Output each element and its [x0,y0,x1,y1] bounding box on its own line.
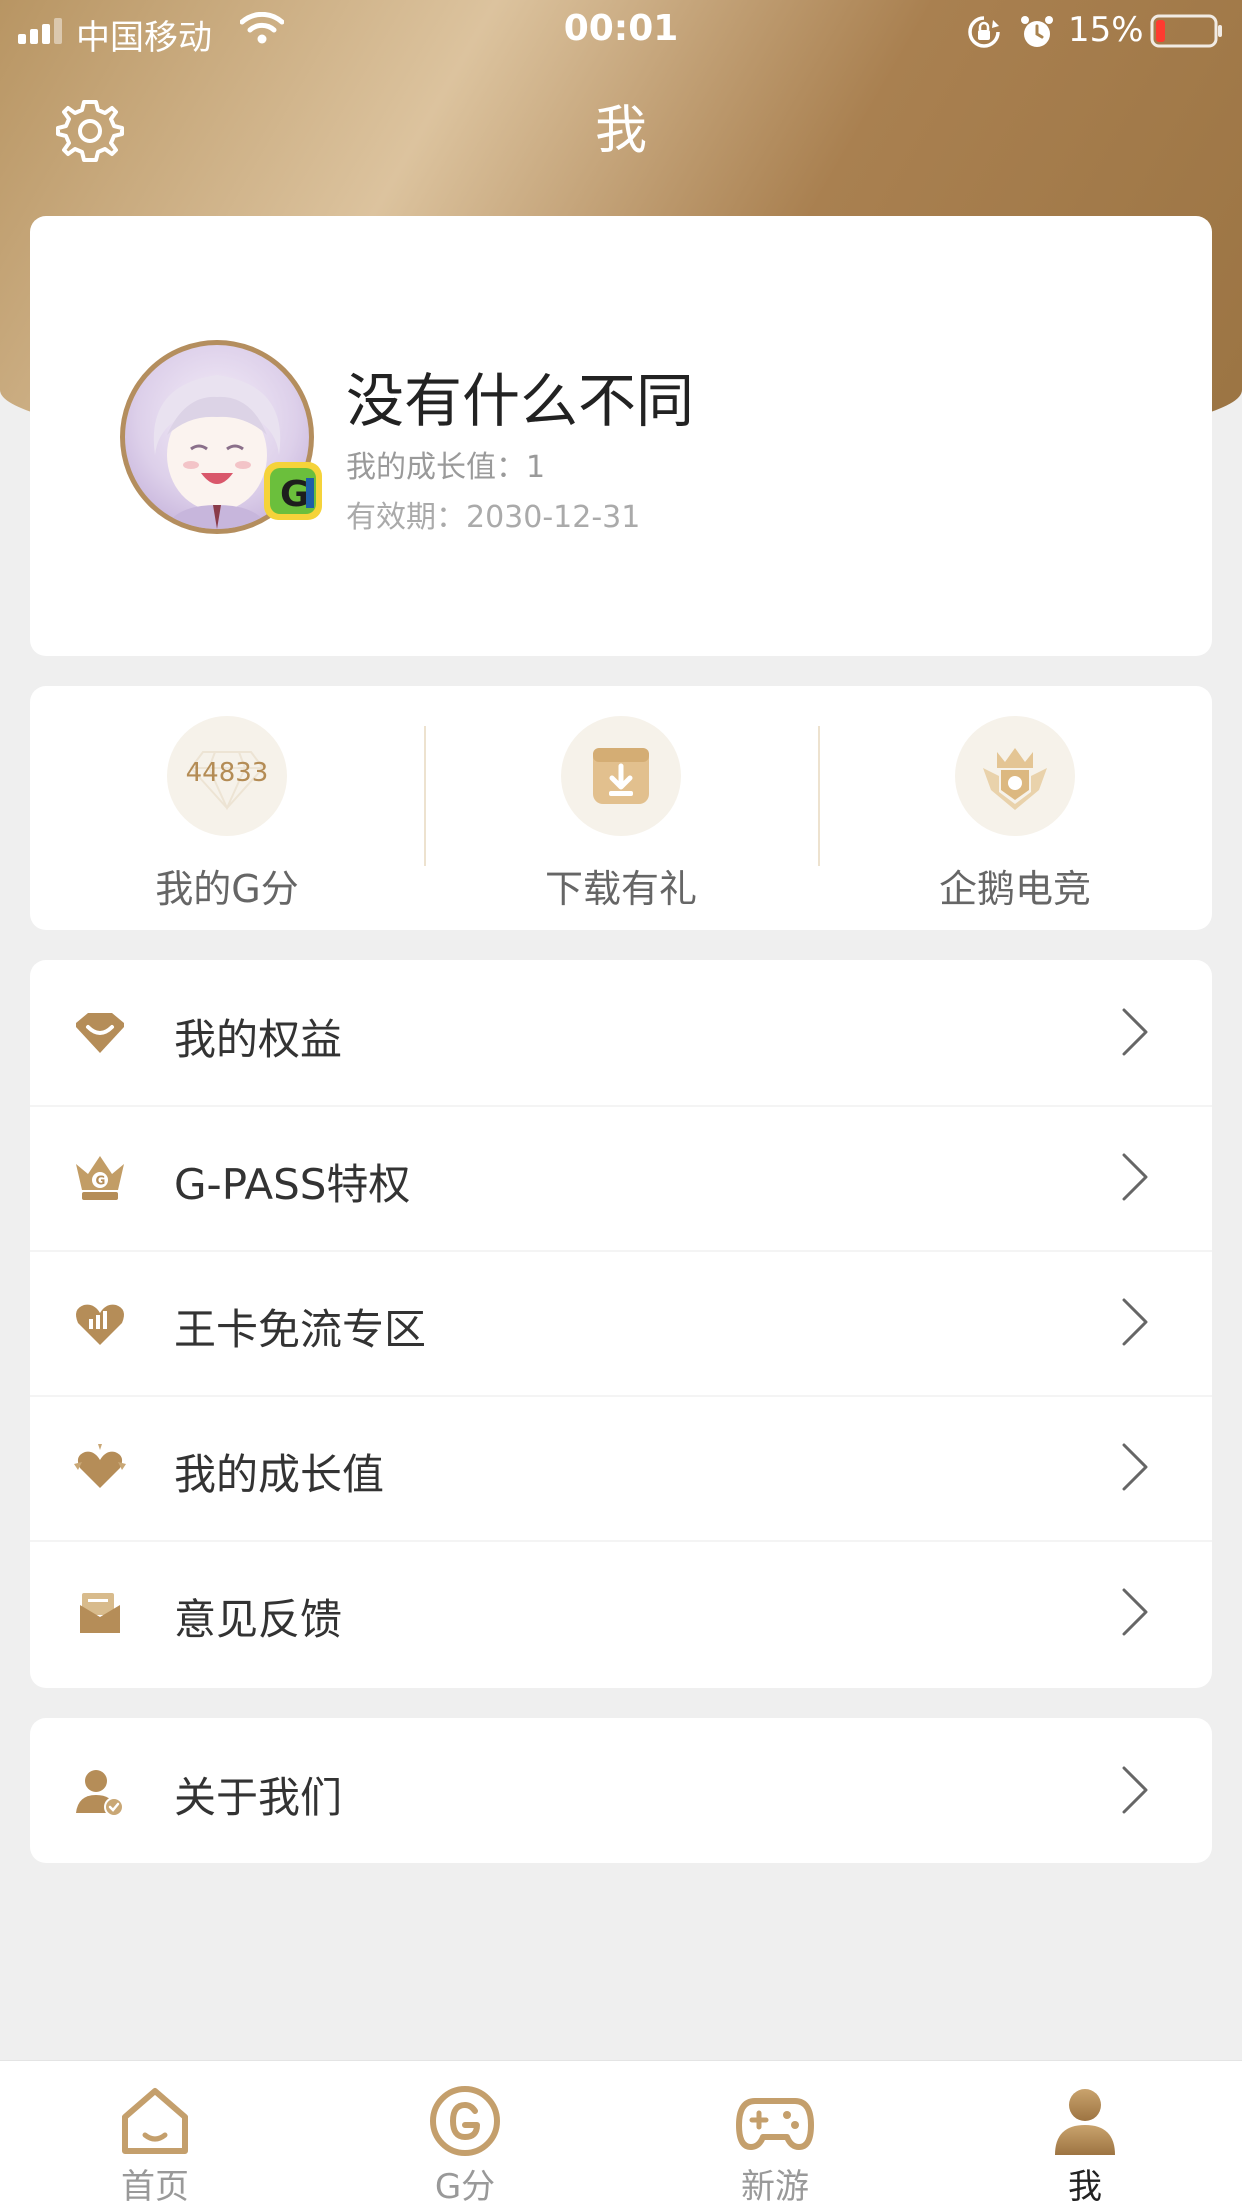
tab-label: 我 [1068,2167,1102,2207]
person-icon [1055,2089,1115,2155]
chevron-right-icon [1122,1298,1148,1346]
quick-action-g-points[interactable]: 44833 我的G分 [30,686,424,930]
g-points-value: 44833 [185,758,269,788]
home-icon [122,2088,188,2154]
menu-item-label: 关于我们 [174,1773,343,1822]
tab-home[interactable]: 首页 [0,2061,310,2209]
menu-item-label: G-PASS特权 [174,1160,411,1209]
menu-item-my-benefits[interactable]: 我的权益 [30,960,1212,1105]
gem-icon [76,1013,124,1053]
tab-new-games[interactable]: 新游 [620,2061,930,2209]
tab-g-points[interactable]: G分 [310,2061,620,2209]
clock: 00:01 [563,8,679,49]
tab-bar: 首页 G分 新游 我 [0,2060,1242,2209]
quick-action-label: 我的G分 [155,867,299,911]
g-badge-icon: G [264,462,322,520]
tab-me[interactable]: 我 [930,2061,1240,2209]
menu-item-my-growth[interactable]: 我的成长值 [30,1395,1212,1540]
quick-action-label: 下载有礼 [544,867,697,911]
diamond-icon: 44833 [167,716,287,836]
quick-actions-card: 44833 我的G分 下载有礼 企鹅电竞 [30,686,1212,930]
page-title: 我 [594,101,647,161]
quick-action-penguin-esports[interactable]: 企鹅电竞 [818,686,1212,930]
alarm-icon [1021,16,1053,47]
profile-card[interactable]: G 没有什么不同 我的成长值：1 有效期：2030-12-31 [30,216,1212,656]
quick-action-download-gift[interactable]: 下载有礼 [424,686,818,930]
menu-item-g-pass[interactable]: G G-PASS特权 [30,1105,1212,1250]
crown-icon: G [76,1156,124,1200]
download-icon [561,716,681,836]
menu-item-wangka-zone[interactable]: 王卡免流专区 [30,1250,1212,1395]
menu-item-feedback[interactable]: 意见反馈 [30,1540,1212,1685]
g-coin-icon [430,2086,500,2156]
svg-text:G: G [280,474,310,515]
chevron-right-icon [1122,1588,1148,1636]
quick-action-label: 企鹅电竞 [938,867,1091,911]
username: 没有什么不同 [346,367,695,435]
tab-label: 新游 [741,2167,809,2207]
rotation-lock-icon [968,16,1000,48]
menu-item-label: 我的成长值 [174,1450,385,1499]
growth-value: 我的成长值：1 [346,450,546,485]
gamepad-icon [736,2098,814,2150]
battery-percentage: 15% [1068,10,1144,50]
heart-chart-icon [76,1304,124,1345]
user-check-icon [76,1770,124,1817]
menu-item-label: 意见反馈 [174,1595,343,1644]
chevron-right-icon [1122,1008,1148,1056]
chevron-right-icon [1122,1153,1148,1201]
mail-icon [80,1593,120,1633]
menu-card: 我的权益 G G-PASS特权 王卡免流专区 我的成长值 意见反馈 [30,960,1212,1688]
battery-icon [1150,14,1222,48]
expiry-date: 有效期：2030-12-31 [346,500,641,535]
chevron-right-icon [1122,1443,1148,1491]
heart-growth-icon [74,1444,126,1488]
menu-item-label: 我的权益 [174,1015,343,1064]
menu-item-about-us[interactable]: 关于我们 [30,1718,1212,1863]
menu-item-label: 王卡免流专区 [174,1305,427,1354]
crown-shield-icon [955,716,1075,836]
chevron-right-icon [1122,1766,1148,1814]
tab-label: 首页 [121,2167,189,2207]
tab-label: G分 [434,2167,496,2207]
svg-text:G: G [96,1174,106,1188]
status-bar: 中国移动 00:01 15% [0,0,1242,62]
